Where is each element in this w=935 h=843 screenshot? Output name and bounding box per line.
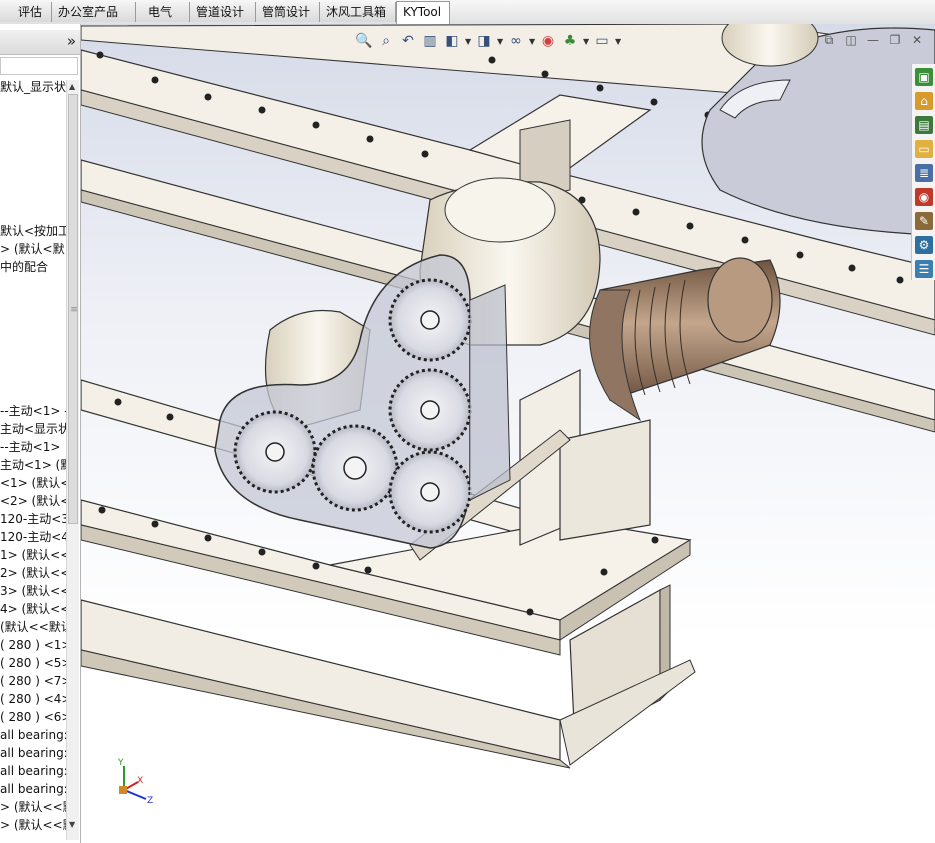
- tree-scrollbar[interactable]: ▲ ≡ ▼: [66, 80, 79, 840]
- tree-item[interactable]: 120-主动<3: [0, 510, 66, 528]
- tree-item[interactable]: ( 280 ) <7>: [0, 672, 66, 690]
- scroll-down-icon[interactable]: ▼: [69, 820, 75, 829]
- heads-up-view-toolbar: 🔍 ⌕ ↶ ▥ ◧ ▼ ◨ ▼ ∞ ▼ ◉ ♣ ▼ ▭ ▼: [355, 30, 621, 52]
- zoom-to-fit-icon[interactable]: 🔍: [355, 32, 373, 50]
- tree-item[interactable]: 主动<显示状: [0, 420, 66, 438]
- view-settings-icon[interactable]: ▭: [593, 32, 611, 50]
- tab-kytool[interactable]: KYTool: [396, 1, 450, 24]
- restore-icon[interactable]: ❐: [887, 33, 903, 47]
- model-view: [81, 24, 935, 800]
- tab-evaluate[interactable]: 评估: [0, 2, 52, 22]
- triad-y-label: Y: [118, 758, 124, 768]
- tree-item[interactable]: 主动<1> (默: [0, 456, 66, 474]
- chevron-down-icon[interactable]: ▼: [497, 37, 503, 46]
- tree-item[interactable]: all bearing:: [0, 762, 66, 780]
- tree-item[interactable]: > (默认<<默: [0, 816, 66, 834]
- tree-item[interactable]: > (默认<默: [0, 240, 66, 258]
- graphics-area[interactable]: Y X Z 🔍 ⌕ ↶ ▥ ◧ ▼ ◨ ▼ ∞ ▼ ◉ ♣ ▼ ▭ ▼ ⧉ ◫ …: [81, 24, 935, 843]
- search-icon[interactable]: ≣: [915, 164, 933, 182]
- triad-x-label: X: [137, 776, 144, 786]
- minimize-icon[interactable]: —: [865, 33, 881, 47]
- chevron-down-icon[interactable]: ▼: [465, 37, 471, 46]
- view-pane-icon[interactable]: ⧉: [821, 33, 837, 47]
- display-style-icon[interactable]: ◨: [475, 32, 493, 50]
- tab-office-products[interactable]: 办公室产品: [52, 2, 136, 22]
- chevron-down-icon[interactable]: ▼: [529, 37, 535, 46]
- tree-item[interactable]: 默认_显示状: [0, 78, 66, 96]
- tree-item[interactable]: 4> (默认<<: [0, 600, 66, 618]
- file-explorer-icon[interactable]: ▭: [915, 140, 933, 158]
- feature-manager-tree: » 默认_显示状 默认<按加工 > (默认<默 中的配合 --主动<1> - 主…: [0, 24, 81, 843]
- command-manager-tabs: 评估 办公室产品 电气 管道设计 管筒设计 沐风工具箱 KYTool: [0, 0, 935, 25]
- task-pane: ▣ ⌂ ▤ ▭ ≣ ◉ ✎ ⚙ ☰: [911, 64, 935, 280]
- custom-properties-icon[interactable]: ✎: [915, 212, 933, 230]
- panel-header: »: [0, 30, 80, 55]
- tree-item[interactable]: --主动<1> -: [0, 402, 66, 420]
- tree-item[interactable]: --主动<1>: [0, 438, 66, 456]
- forum-icon[interactable]: ☰: [915, 260, 933, 278]
- appearances-icon[interactable]: ◉: [915, 188, 933, 206]
- resources-icon[interactable]: ▣: [915, 68, 933, 86]
- drum-housing: [701, 24, 935, 236]
- split-view-icon[interactable]: ◫: [843, 33, 859, 47]
- collapse-panel-button[interactable]: »: [67, 32, 76, 50]
- tree-item[interactable]: all bearing:: [0, 726, 66, 744]
- section-view-icon[interactable]: ▥: [421, 32, 439, 50]
- tree-item[interactable]: 3> (默认<<: [0, 582, 66, 600]
- tree-item[interactable]: all bearing:: [0, 780, 66, 798]
- tab-mufeng-toolbox[interactable]: 沐风工具箱: [320, 2, 396, 22]
- tree-item[interactable]: all bearing:: [0, 744, 66, 762]
- chevron-down-icon[interactable]: ▼: [583, 37, 589, 46]
- tree-filter-field[interactable]: [0, 57, 78, 75]
- tab-electrical[interactable]: 电气: [136, 2, 190, 22]
- drive-motor: [589, 257, 781, 422]
- close-icon[interactable]: ✕: [909, 33, 925, 47]
- apply-scene-icon[interactable]: ♣: [561, 32, 579, 50]
- viewport-window-controls: ⧉ ◫ — ❐ ✕: [821, 33, 925, 47]
- tree-item[interactable]: ( 280 ) <6>: [0, 708, 66, 726]
- tree-item[interactable]: 默认<按加工: [0, 222, 66, 240]
- tree-item[interactable]: 1> (默认<<: [0, 546, 66, 564]
- tree-item[interactable]: <1> (默认<: [0, 474, 66, 492]
- design-library-icon[interactable]: ▤: [915, 116, 933, 134]
- tree-item[interactable]: ( 280 ) <4>: [0, 690, 66, 708]
- triad-z-label: Z: [147, 796, 154, 806]
- tab-tubing[interactable]: 管筒设计: [256, 2, 320, 22]
- grip-icon: ≡: [70, 305, 78, 315]
- tree-item[interactable]: > (默认<<默: [0, 798, 66, 816]
- scrollbar-thumb[interactable]: ≡: [68, 94, 78, 524]
- edit-appearance-icon[interactable]: ◉: [539, 32, 557, 50]
- tree-item[interactable]: 120-主动<4: [0, 528, 66, 546]
- previous-view-icon[interactable]: ↶: [399, 32, 417, 50]
- hide-show-items-icon[interactable]: ∞: [507, 32, 525, 50]
- chevron-down-icon[interactable]: ▼: [615, 37, 621, 46]
- view-orientation-icon[interactable]: ◧: [443, 32, 461, 50]
- scroll-up-icon[interactable]: ▲: [69, 82, 75, 91]
- tree-item[interactable]: 中的配合: [0, 258, 66, 276]
- zoom-area-icon[interactable]: ⌕: [377, 32, 395, 50]
- tree-item[interactable]: 2> (默认<<: [0, 564, 66, 582]
- tree-item[interactable]: <2> (默认<: [0, 492, 66, 510]
- tree-item[interactable]: (默认<<默认: [0, 618, 66, 636]
- tree-item[interactable]: ( 280 ) <5>: [0, 654, 66, 672]
- home-icon[interactable]: ⌂: [915, 92, 933, 110]
- tool-box-icon[interactable]: ⚙: [915, 236, 933, 254]
- tree-item[interactable]: ( 280 ) <1>: [0, 636, 66, 654]
- tab-routing[interactable]: 管道设计: [190, 2, 256, 22]
